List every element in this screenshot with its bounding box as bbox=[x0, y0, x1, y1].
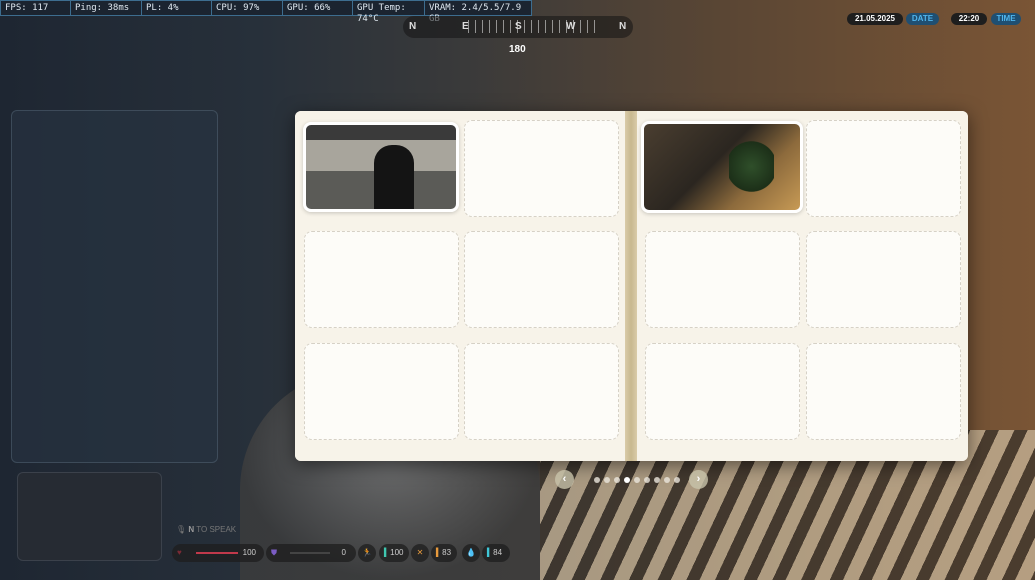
performance-stats-bar: FPS: 117 Ping: 38ms PL: 4% CPU: 97% GPU:… bbox=[0, 0, 532, 24]
page-dot-8[interactable] bbox=[664, 477, 670, 483]
time-label: TIME bbox=[991, 13, 1021, 25]
armor-value: 0 bbox=[341, 548, 346, 557]
compass-n: N bbox=[409, 21, 417, 32]
album-spine bbox=[625, 111, 637, 461]
ptt-key: N bbox=[188, 525, 195, 534]
photo-slot-empty[interactable] bbox=[645, 343, 800, 440]
water-drop-icon: 💧 bbox=[462, 544, 480, 562]
next-page-button[interactable]: › bbox=[689, 470, 708, 489]
photo-slot-empty[interactable] bbox=[645, 231, 800, 328]
thirst-value: 84 bbox=[493, 548, 503, 557]
photo-slot-2[interactable] bbox=[641, 121, 803, 213]
heart-icon: ♥ bbox=[177, 548, 182, 557]
utensils-icon: ✕ bbox=[411, 544, 429, 562]
page-dot-2[interactable] bbox=[604, 477, 610, 483]
page-dot-3[interactable] bbox=[614, 477, 620, 483]
hunger-status: ▍83 bbox=[431, 544, 457, 562]
health-fill bbox=[196, 552, 238, 554]
photo-slot-empty[interactable] bbox=[806, 343, 961, 440]
stat-gpu: GPU: 66% bbox=[283, 1, 353, 15]
page-dot-1[interactable] bbox=[594, 477, 600, 483]
page-dot-7[interactable] bbox=[654, 477, 660, 483]
photo-slot-empty[interactable] bbox=[806, 231, 961, 328]
stat-cpu: CPU: 97% bbox=[212, 1, 283, 15]
minimap bbox=[17, 472, 162, 561]
armor-bar: ⛊ 0 bbox=[266, 544, 356, 562]
compass-n2: N bbox=[619, 21, 627, 32]
page-dot-9[interactable] bbox=[674, 477, 680, 483]
date-value: 21.05.2025 bbox=[847, 13, 903, 25]
health-bar: ♥ 100 bbox=[172, 544, 264, 562]
page-dot-6[interactable] bbox=[644, 477, 650, 483]
compass-heading: 180 bbox=[509, 44, 526, 55]
ptt-text: TO SPEAK bbox=[196, 525, 237, 534]
compass-ticks bbox=[468, 20, 598, 33]
thirst-status: ▍84 bbox=[482, 544, 510, 562]
page-dot-4[interactable] bbox=[624, 477, 630, 483]
date-label: DATE bbox=[906, 13, 939, 25]
photo-slot-empty[interactable] bbox=[464, 231, 619, 328]
shield-icon: ⛊ bbox=[271, 548, 277, 557]
page-dots bbox=[594, 477, 680, 483]
page-dot-5[interactable] bbox=[634, 477, 640, 483]
stat-ping: Ping: 38ms bbox=[71, 1, 142, 15]
photo-slot-empty[interactable] bbox=[464, 343, 619, 440]
photo-slot-empty[interactable] bbox=[304, 231, 459, 328]
photo-slot-empty[interactable] bbox=[806, 120, 961, 217]
photo-slot-empty[interactable] bbox=[304, 343, 459, 440]
photo-slot-1[interactable] bbox=[303, 122, 459, 212]
photo-plant bbox=[729, 139, 774, 194]
hunger-value: 83 bbox=[442, 548, 452, 557]
health-value: 100 bbox=[242, 548, 256, 557]
side-panel bbox=[11, 110, 218, 463]
photo-character bbox=[374, 145, 414, 209]
photo-album bbox=[295, 111, 968, 461]
stat-gpu-temp: GPU Temp: 74°C bbox=[353, 1, 425, 24]
push-to-talk-hint: 🎙 N TO SPEAK bbox=[176, 525, 237, 534]
stamina-value: 100 bbox=[390, 548, 404, 557]
stat-fps: FPS: 117 bbox=[1, 1, 71, 15]
time-value: 22:20 bbox=[951, 13, 987, 25]
running-icon: 🏃 bbox=[358, 544, 376, 562]
photo-slot-empty[interactable] bbox=[464, 120, 619, 217]
stamina-status: ▍100 bbox=[379, 544, 409, 562]
stat-vram: VRAM: 2.4/5.5/7.9 GB bbox=[429, 3, 522, 24]
armor-track bbox=[290, 552, 330, 554]
stat-pl: PL: 4% bbox=[142, 1, 212, 15]
prev-page-button[interactable]: ‹ bbox=[555, 470, 574, 489]
